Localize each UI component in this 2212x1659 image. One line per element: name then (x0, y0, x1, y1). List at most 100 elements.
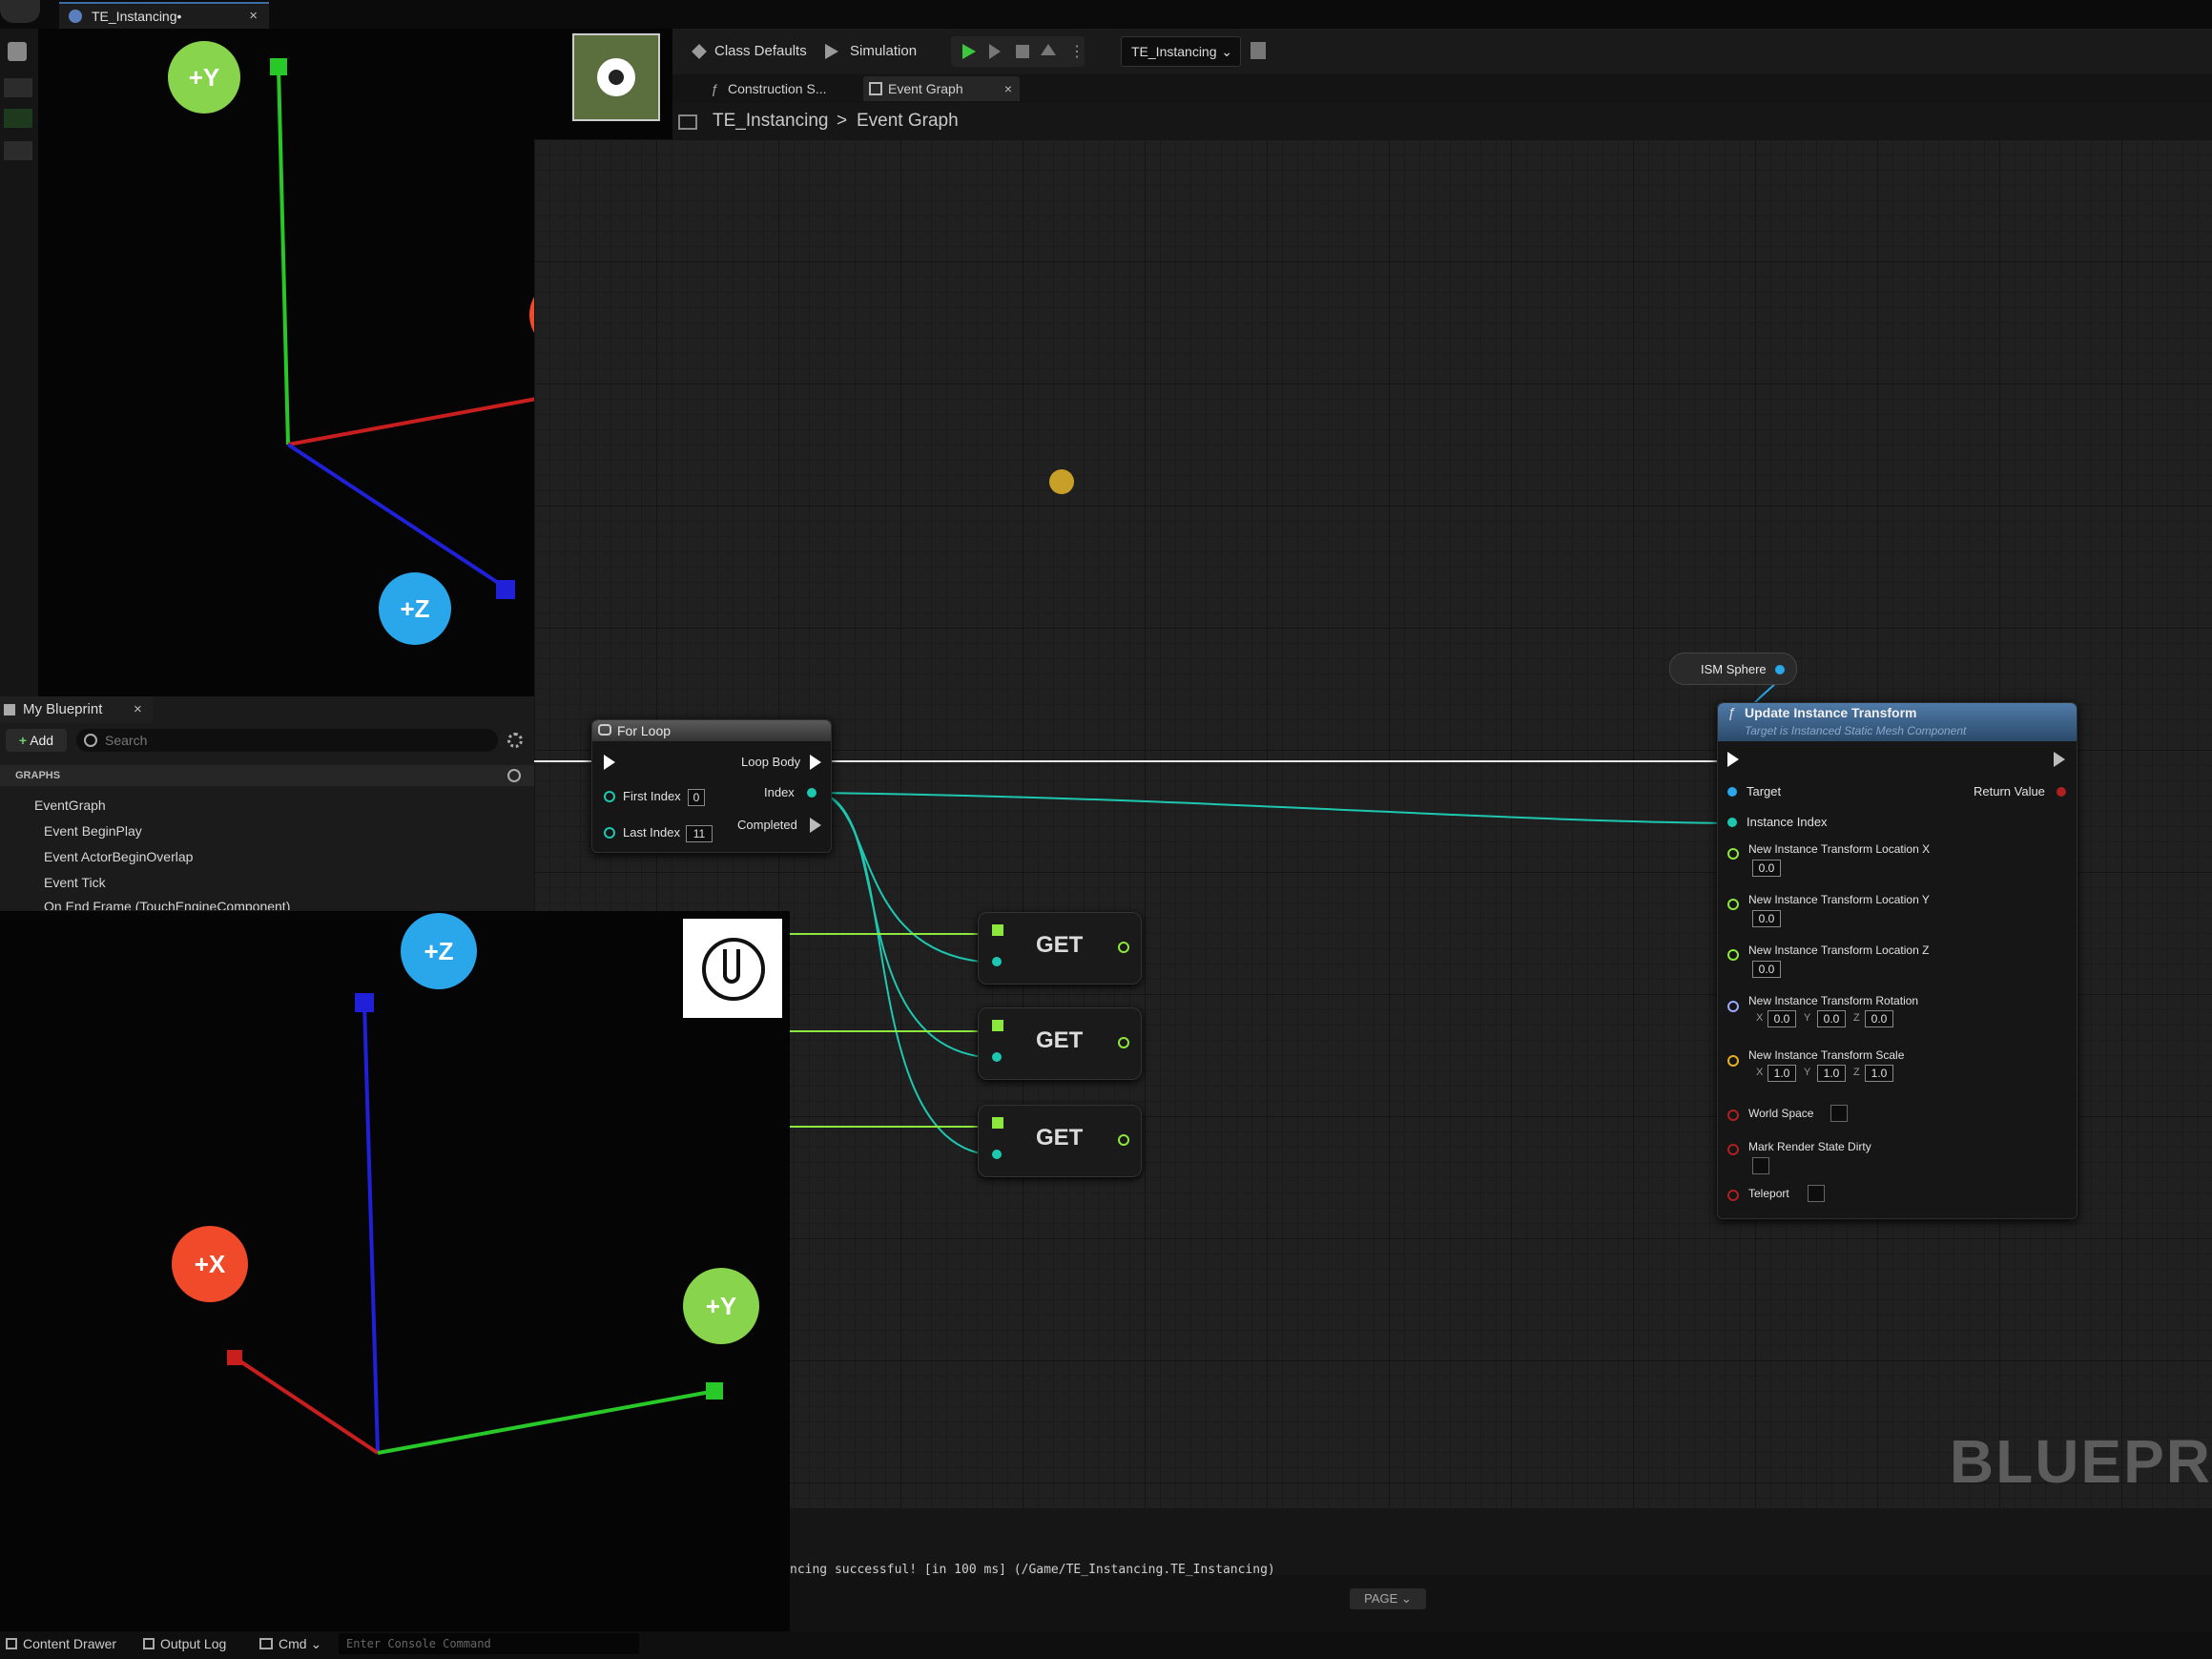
index-pin[interactable] (807, 788, 817, 798)
mark-render-checkbox[interactable] (1752, 1157, 1769, 1174)
scale-pin[interactable] (1727, 1055, 1739, 1067)
more-options-icon[interactable]: ⋮ (1069, 42, 1085, 61)
gizmo-bottom-axes (227, 993, 723, 1455)
world-space-checkbox[interactable] (1830, 1105, 1848, 1122)
get-index-pin[interactable] (992, 1150, 1002, 1159)
exec-in-pin[interactable] (1727, 752, 1739, 767)
debug-object-dropdown[interactable]: TE_Instancing ⌄ (1121, 36, 1241, 67)
ism-sphere-variable[interactable]: ISM Sphere (1669, 653, 1797, 685)
rotation-z-input[interactable]: 0.0 (1865, 1010, 1893, 1027)
scale-y-input[interactable]: 1.0 (1817, 1065, 1846, 1082)
get-index-pin[interactable] (992, 1052, 1002, 1062)
get-output-pin[interactable] (1118, 1037, 1129, 1048)
get-node[interactable]: GET (978, 1007, 1142, 1080)
location-z-pin[interactable] (1727, 949, 1739, 961)
location-y-input[interactable]: 0.0 (1752, 910, 1781, 927)
play-icon[interactable] (962, 44, 976, 59)
gizmo-z-label: +Z (401, 913, 477, 989)
blueprint-icon (69, 10, 82, 23)
search-input[interactable]: Search (76, 729, 498, 752)
completed-pin[interactable] (810, 818, 821, 833)
my-blueprint-tab[interactable]: My Blueprint × (0, 696, 153, 723)
location-x-label: New Instance Transform Location X (1748, 842, 1931, 856)
mark-render-label: Mark Render State Dirty (1748, 1140, 1871, 1153)
gear-icon[interactable] (507, 733, 523, 748)
location-z-input[interactable]: 0.0 (1752, 961, 1781, 978)
page-label: PAGE (1364, 1591, 1398, 1606)
exec-out-pin[interactable] (2054, 752, 2065, 767)
ism-sphere-output-pin[interactable] (1775, 665, 1785, 674)
breadcrumb-current[interactable]: Event Graph (857, 103, 959, 139)
exec-in-pin[interactable] (604, 755, 615, 770)
search-placeholder: Search (105, 733, 148, 748)
eject-icon[interactable] (1041, 44, 1056, 55)
simulation-button[interactable]: Simulation (825, 38, 917, 65)
tree-icon[interactable] (4, 141, 32, 160)
reroute-node[interactable] (1049, 469, 1074, 494)
add-component-icon[interactable] (4, 109, 32, 128)
teleport-checkbox[interactable] (1808, 1185, 1825, 1202)
target-pin[interactable] (1727, 787, 1737, 797)
tree-item-beginplay[interactable]: Event BeginPlay (44, 823, 142, 839)
location-y-pin[interactable] (1727, 899, 1739, 910)
first-index-pin[interactable] (604, 791, 615, 802)
cmd-dropdown[interactable]: Cmd ⌄ (259, 1636, 321, 1652)
document-tab[interactable]: TE_Instancing• × (59, 2, 269, 29)
add-graph-icon[interactable] (507, 769, 521, 782)
content-drawer-button[interactable]: Content Drawer (6, 1636, 116, 1651)
tab-event-graph[interactable]: Event Graph × (863, 76, 1020, 101)
function-icon: ƒ (1727, 705, 1736, 721)
scale-z-input[interactable]: 1.0 (1865, 1065, 1893, 1082)
instance-index-pin[interactable] (1727, 818, 1737, 827)
gizmo-z-label: +Z (379, 572, 451, 645)
step-icon[interactable] (989, 44, 1001, 59)
find-icon[interactable] (1251, 42, 1266, 59)
scale-x-input[interactable]: 1.0 (1768, 1065, 1796, 1082)
for-loop-node[interactable]: For Loop Loop Body First Index 0 Index L… (591, 719, 832, 853)
tree-item-event-tick[interactable]: Event Tick (44, 875, 106, 890)
location-z-label: New Instance Transform Location Z (1748, 944, 1930, 957)
close-icon[interactable]: × (134, 696, 142, 723)
location-x-pin[interactable] (1727, 848, 1739, 860)
loop-body-pin[interactable] (810, 755, 821, 770)
teleport-label: Teleport (1748, 1187, 1789, 1200)
page-dropdown[interactable]: PAGE ⌄ (1350, 1588, 1426, 1609)
breadcrumb-root[interactable]: TE_Instancing (713, 103, 828, 139)
console-placeholder: Enter Console Command (346, 1637, 491, 1650)
output-log-button[interactable]: Output Log (143, 1636, 226, 1651)
plus-icon: + (18, 733, 28, 748)
world-space-pin[interactable] (1727, 1109, 1739, 1121)
save-icon[interactable] (8, 42, 27, 61)
last-index-input[interactable]: 11 (686, 825, 713, 842)
tree-item-eventgraph[interactable]: EventGraph (34, 798, 106, 813)
class-defaults-button[interactable]: Class Defaults (692, 38, 807, 65)
mark-render-pin[interactable] (1727, 1144, 1739, 1155)
update-instance-transform-node[interactable]: ƒ Update Instance Transform Target is In… (1717, 702, 2078, 1219)
graphs-section-header[interactable]: GRAPHS (0, 765, 534, 786)
components-icon[interactable] (4, 78, 32, 97)
ism-sphere-label: ISM Sphere (1701, 662, 1767, 676)
tab-construction-script[interactable]: ƒ Construction S... (703, 76, 837, 101)
tree-item-actorbeginoverlap[interactable]: Event ActorBeginOverlap (44, 849, 193, 864)
return-value-pin[interactable] (2057, 787, 2066, 797)
location-x-input[interactable]: 0.0 (1752, 860, 1781, 877)
add-button[interactable]: + Add (6, 729, 67, 752)
last-index-pin[interactable] (604, 827, 615, 839)
last-index-label: Last Index (623, 825, 680, 840)
teleport-pin[interactable] (1727, 1190, 1739, 1201)
get-node[interactable]: GET (978, 912, 1142, 985)
rotation-y-input[interactable]: 0.0 (1817, 1010, 1846, 1027)
stop-icon[interactable] (1016, 45, 1029, 58)
rotation-pin[interactable] (1727, 1001, 1739, 1012)
get-node[interactable]: GET (978, 1105, 1142, 1177)
first-index-input[interactable]: 0 (688, 789, 705, 806)
get-output-pin[interactable] (1118, 942, 1129, 953)
get-output-pin[interactable] (1118, 1134, 1129, 1146)
close-icon[interactable]: × (1004, 76, 1012, 101)
console-command-input[interactable]: Enter Console Command (339, 1633, 639, 1654)
unreal-logo-icon[interactable] (0, 0, 40, 23)
get-index-pin[interactable] (992, 957, 1002, 966)
close-icon[interactable]: × (249, 4, 258, 29)
tree-item-on-end-frame[interactable]: On End Frame (TouchEngineComponent) (44, 899, 290, 910)
rotation-x-input[interactable]: 0.0 (1768, 1010, 1796, 1027)
